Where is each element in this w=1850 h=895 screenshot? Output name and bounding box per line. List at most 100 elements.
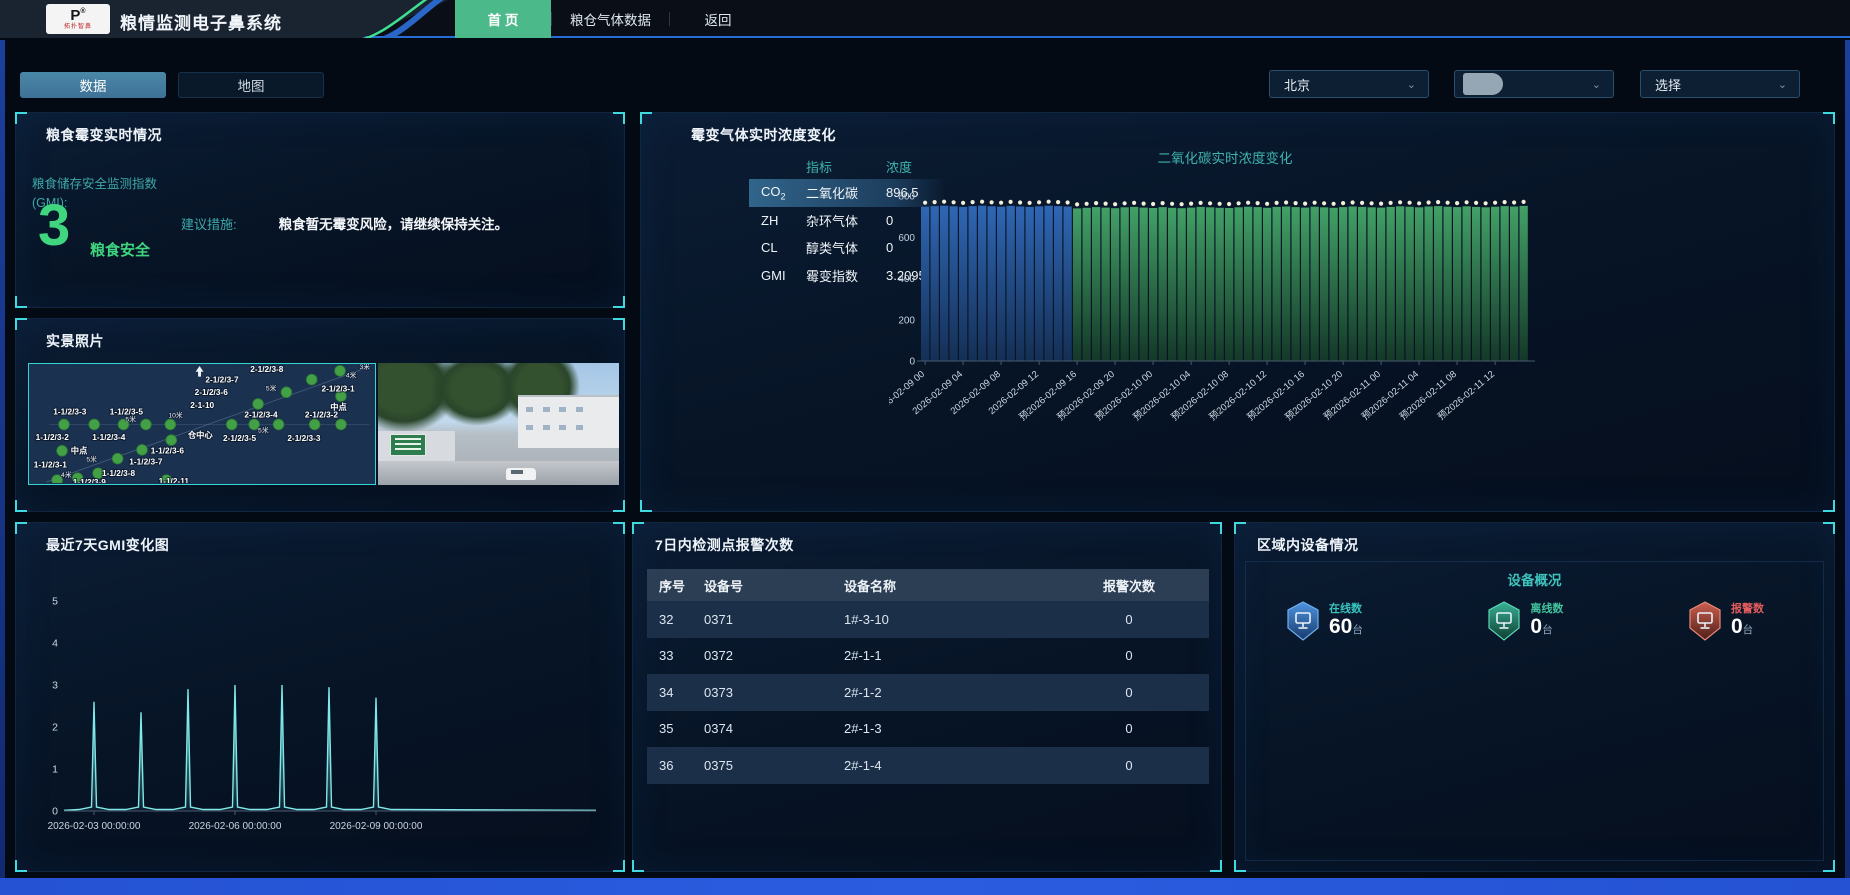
online-device-icon [1285,601,1321,641]
gas-name: 杂环气体 [806,211,886,230]
svg-text:5米: 5米 [258,425,269,434]
alarm-cell: 0371 [704,612,844,627]
svg-text:800: 800 [898,192,915,203]
alarm-cell: 0373 [704,685,844,700]
alarm-table-row: 3203711#-3-100 [647,601,1209,638]
svg-text:2-1/2/3-5: 2-1/2/3-5 [223,433,257,443]
svg-text:200: 200 [898,315,915,326]
alarm-table-row: 3503742#-1-30 [647,711,1209,748]
alarm-cell: 0374 [704,721,844,736]
alarm-cell: 0375 [704,758,844,773]
gas-name: 霉变指数 [806,266,886,285]
svg-text:1-1/2/3-4: 1-1/2/3-4 [92,432,126,442]
device-stat-texts: 离线数0台 [1530,603,1563,640]
chevron-down-icon: ⌄ [1592,78,1601,91]
device-overview-subtitle: 设备概况 [1235,569,1834,589]
frame-bottom-bar [0,878,1850,895]
svg-text:2026-02-09 00:00:00: 2026-02-09 00:00:00 [330,821,423,832]
select-value: 选择 [1655,75,1681,94]
advice-label: 建议措施: [181,214,237,233]
building [518,395,619,449]
logo-subtext: 拓扑智鼻 [64,24,92,30]
svg-text:仓中心: 仓中心 [187,430,214,440]
alarm-table-row: 3603752#-1-40 [647,747,1209,784]
tab-back[interactable]: 返回 [670,0,766,38]
alarm-cell: 1#-3-10 [844,612,1074,627]
alarm-device-icon [1687,601,1723,641]
svg-text:0: 0 [909,357,915,368]
svg-text:4米: 4米 [346,371,357,380]
svg-text:2: 2 [52,722,58,734]
svg-text:3: 3 [52,680,58,692]
svg-text:600: 600 [898,233,915,244]
select-pill-thumb [1463,73,1503,95]
svg-text:400: 400 [898,274,915,285]
alarm-table: 序号 设备号 设备名称 报警次数 3203711#-3-1003303722#-… [647,569,1209,784]
gmi-line-chart: 5432102026-02-03 00:00:002026-02-06 00:0… [30,561,612,861]
device-stat-texts: 在线数60台 [1329,603,1363,640]
svg-text:2-1/2/3-8: 2-1/2/3-8 [250,364,284,374]
device-stat-label: 报警数 [1731,603,1764,616]
data-view-button[interactable]: 数据 [20,72,166,98]
sensor-layout-map[interactable]: 2-1/2/3-82-1/2/3-72-1/2/3-12-1/2/3-62-1-… [28,363,376,485]
svg-text:2026-02-03 00:00:00: 2026-02-03 00:00:00 [48,821,141,832]
tab-gas-data[interactable]: 粮仓气体数据 [552,0,669,38]
gas-code: CL [761,240,806,255]
device-stat-value: 0台 [1731,615,1764,639]
alarm-table-rows: 3203711#-3-1003303722#-1-103403732#-1-20… [647,601,1209,784]
svg-text:中点: 中点 [71,446,88,456]
svg-text:2-1/2/3-7: 2-1/2/3-7 [205,375,239,385]
svg-text:3米: 3米 [360,364,371,371]
device-stat-alarm: 报警数0台 [1687,601,1764,641]
alarm-table-header: 序号 设备号 设备名称 报警次数 [647,569,1209,601]
device-stat-label: 离线数 [1530,603,1563,616]
advice-text: 粮食暂无霉变风险，请继续保持关注。 [279,213,509,233]
gmi-status-text: 粮食安全 [90,239,150,260]
svg-text:1: 1 [52,764,58,776]
mold-status-panel: 粮食霉变实时情况 粮食储存安全监测指数 (GMI): 3 粮食安全 建议措施: … [15,112,625,308]
select-choose[interactable]: 选择 ⌄ [1640,70,1800,98]
logo-glyph: P® [70,8,85,23]
sensor-map-svg: 2-1/2/3-82-1/2/3-72-1/2/3-12-1/2/3-62-1-… [29,364,374,483]
svg-text:2-1/2/3-2: 2-1/2/3-2 [305,410,339,420]
navbar: P® 拓扑智鼻 粮情监测电子鼻系统 首 页粮仓气体数据返回 [0,0,1850,38]
alarm-table-row: 3403732#-1-20 [647,674,1209,711]
device-stat-value: 60台 [1329,615,1363,639]
photo-panel: 实景照片 2-1/2/3-82-1/2/3-72-1/2/3-12-1/2/3-… [15,318,625,512]
device-stat-value: 0台 [1530,615,1563,639]
gmi-week-panel: 最近7天GMI变化图 5432102026-02-03 00:00:002026… [15,522,625,872]
tab-home[interactable]: 首 页 [455,0,551,38]
svg-text:2-1/2/3-6: 2-1/2/3-6 [195,387,229,397]
chevron-down-icon: ⌄ [1778,78,1787,91]
select-warehouse[interactable]: ⌄ [1454,70,1614,98]
gas-code: GMI [761,268,806,283]
svg-text:4米: 4米 [61,470,72,479]
alarm-cell: 0 [1074,648,1184,663]
svg-text:1-1/2/3-2: 1-1/2/3-2 [36,432,70,442]
svg-text:5: 5 [52,596,58,608]
svg-text:二氧化碳实时浓度变化: 二氧化碳实时浓度变化 [1158,151,1293,166]
alarm-cell: 0372 [704,648,844,663]
co2-bar-chart: 二氧化碳实时浓度变化02004006008002026-02-09 002026… [889,139,1829,499]
svg-text:2-1-10: 2-1-10 [190,400,214,410]
select-city[interactable]: 北京⌄ [1269,70,1429,98]
alarm-cell: 33 [659,648,704,663]
svg-text:5米: 5米 [266,383,277,392]
alarm-cell: 34 [659,685,704,700]
alarm-cell: 0 [1074,612,1184,627]
svg-text:1-1/2/3-7: 1-1/2/3-7 [129,456,163,466]
map-view-button[interactable]: 地图 [178,72,324,98]
gmi-week-title: 最近7天GMI变化图 [46,535,169,555]
nav-tabs: 首 页粮仓气体数据返回 [455,0,766,38]
svg-text:1-1/2/3-6: 1-1/2/3-6 [151,446,185,456]
gas-code: ZH [761,213,806,228]
device-panel-title: 区域内设备情况 [1257,535,1359,555]
svg-text:4: 4 [52,638,58,650]
svg-text:1-1/2-11: 1-1/2-11 [159,476,190,483]
alarm-cell: 35 [659,721,704,736]
gas-code: CO2 [761,184,806,202]
svg-text:1-1/2/3-5: 1-1/2/3-5 [110,407,144,417]
device-stat-offline: 离线数0台 [1486,601,1563,641]
svg-text:1-1/2/3-3: 1-1/2/3-3 [53,407,87,417]
app-logo: P® 拓扑智鼻 [46,4,110,34]
